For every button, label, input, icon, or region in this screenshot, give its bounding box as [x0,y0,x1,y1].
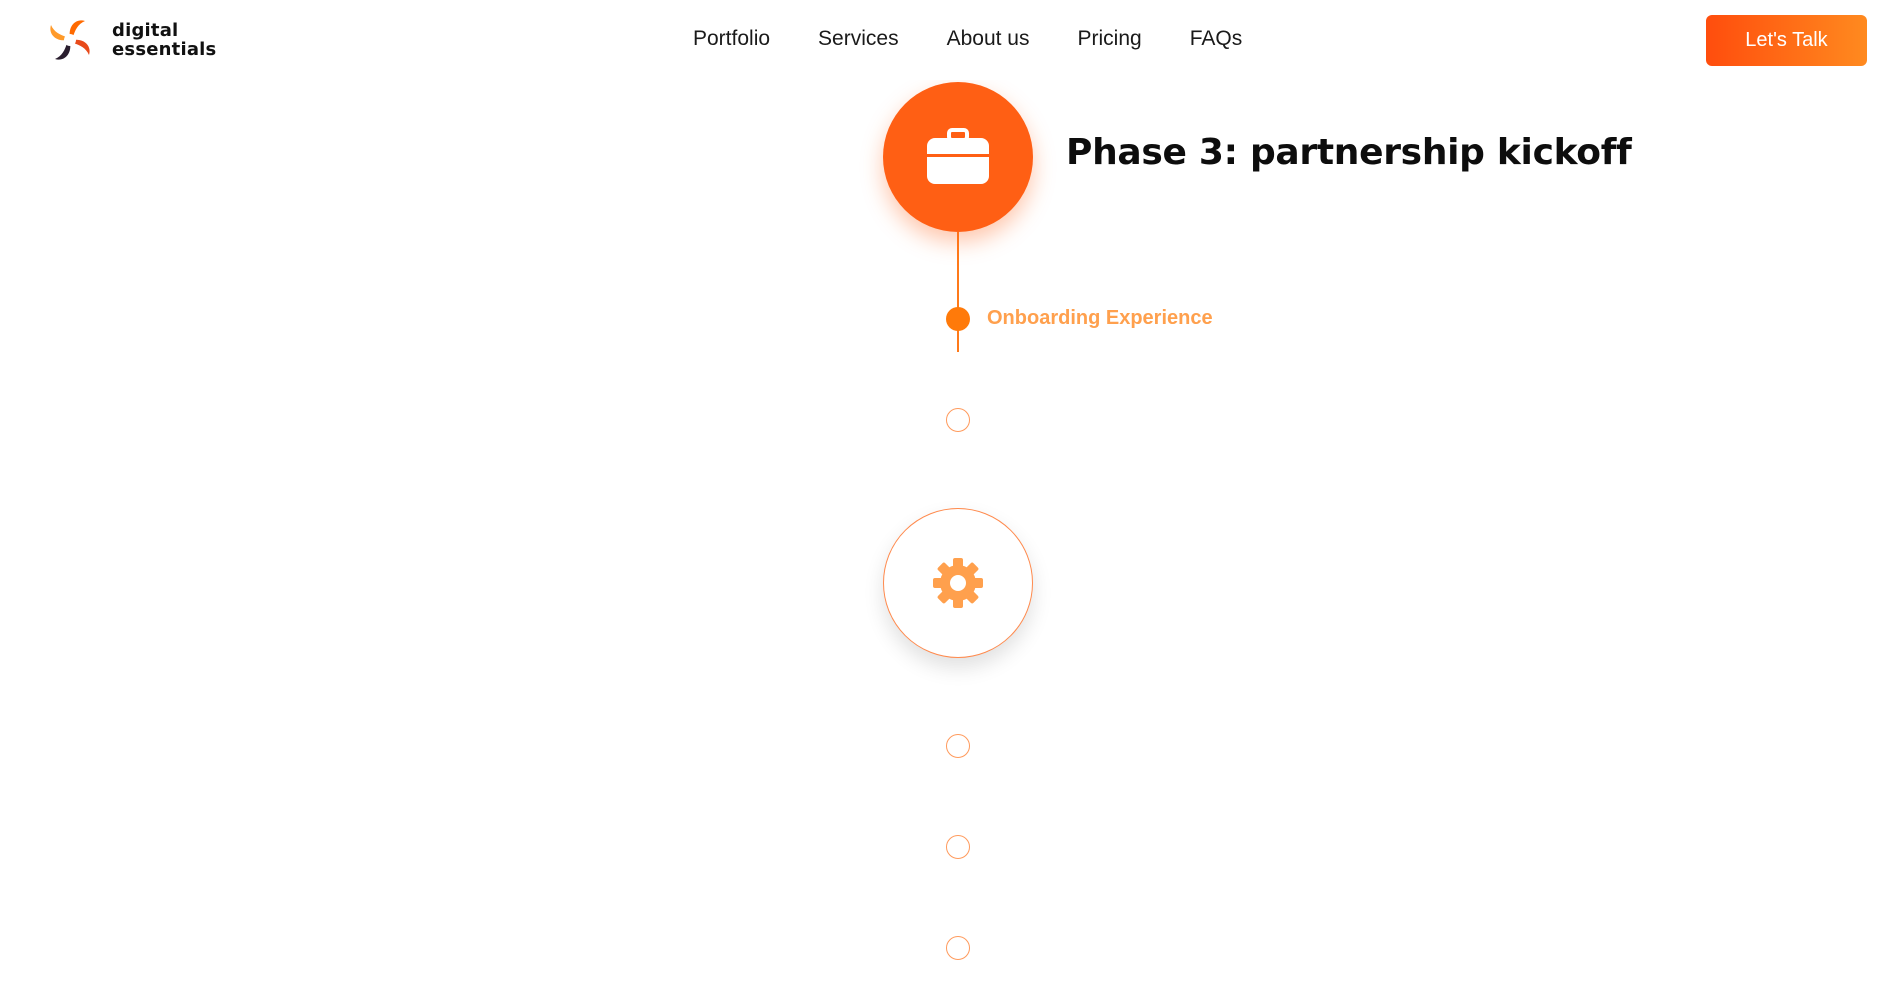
gear-icon [933,558,983,608]
step-dot[interactable] [946,408,970,432]
main-nav: Portfolio Services About us Pricing FAQs [693,26,1242,52]
logo-link[interactable]: digital essentials [46,16,216,64]
logo-text-line1: digital [112,20,179,41]
page: Phase 3: partnership kickoff Onboarding … [0,0,1903,990]
nav-faqs[interactable]: FAQs [1190,26,1243,52]
timeline-line [957,232,959,352]
lets-talk-button[interactable]: Let's Talk [1706,15,1867,66]
step-dot[interactable] [946,936,970,960]
logo-text: digital essentials [112,21,216,59]
logo-text-line2: essentials [112,39,217,60]
nav-pricing[interactable]: Pricing [1077,26,1141,52]
phase-icon [883,82,1033,232]
step-label[interactable]: Onboarding Experience [987,307,1213,330]
nav-services[interactable]: Services [818,26,899,52]
swirl-logo-icon [50,20,90,60]
briefcase-icon [927,128,989,184]
step-dot-active[interactable] [946,307,970,331]
next-phase-icon [883,508,1033,658]
nav-portfolio[interactable]: Portfolio [693,26,770,52]
phase-title: Phase 3: partnership kickoff [1066,132,1632,173]
step-dot[interactable] [946,835,970,859]
nav-about-us[interactable]: About us [947,26,1030,52]
site-header: digital essentials Portfolio Services Ab… [0,0,1903,80]
step-dot[interactable] [946,734,970,758]
